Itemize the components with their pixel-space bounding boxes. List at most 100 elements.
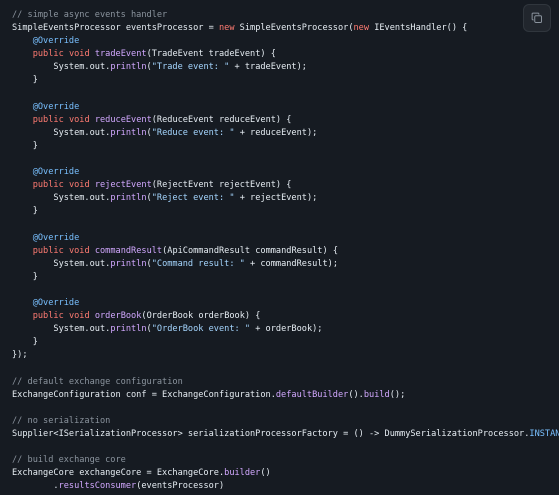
code-token: "OrderBook event: ": [151, 324, 251, 335]
code-line: public void orderBook(OrderBook orderBoo…: [12, 310, 559, 323]
code-line: Supplier<ISerializationProcessor> serial…: [12, 428, 559, 441]
code-listing: // simple async events handler SimpleEven…: [0, 0, 559, 493]
code-token: resultsConsumer: [58, 481, 137, 492]
code-token: + rejectEvent);: [234, 193, 318, 204]
copy-button[interactable]: [523, 4, 551, 32]
code-token: }: [12, 75, 38, 86]
code-token: println: [110, 127, 147, 138]
code-token: builder: [224, 468, 261, 479]
code-line: });: [12, 349, 559, 362]
code-token: public: [32, 49, 64, 60]
code-token: "Command result: ": [151, 258, 245, 269]
code-token: public: [32, 114, 64, 125]
code-token: "Reject event: ": [151, 193, 235, 204]
code-token: });: [12, 350, 28, 361]
code-line: public void tradeEvent(TradeEvent tradeE…: [12, 48, 559, 61]
code-token: @Override: [32, 101, 80, 112]
code-token: @Override: [32, 298, 80, 309]
code-token: .: [12, 481, 59, 492]
code-token: "Reduce event: ": [151, 127, 235, 138]
code-token: build: [363, 389, 390, 400]
code-token: (ApiCommandResult commandResult) {: [162, 245, 339, 256]
code-line: public void reduceEvent(ReduceEvent redu…: [12, 114, 559, 127]
code-token: reduceEvent: [94, 114, 152, 125]
code-token: public: [32, 180, 64, 191]
code-line: // default exchange configuration: [12, 376, 559, 389]
code-line: public void commandResult(ApiCommandResu…: [12, 245, 559, 258]
code-token: orderBook: [94, 311, 142, 322]
code-token: defaultBuilder: [275, 389, 349, 400]
code-line: ExchangeCore exchangeCore = ExchangeCore…: [12, 467, 559, 480]
code-token: println: [110, 62, 147, 73]
code-token: }: [12, 140, 38, 151]
code-line: @Override: [12, 166, 559, 179]
code-line: System.out.println("Reject event: " + re…: [12, 192, 559, 205]
code-token: ExchangeCore exchangeCore = ExchangeCore…: [12, 468, 225, 479]
code-token: IEventsHandler() {: [369, 23, 468, 34]
code-token: System.out.: [12, 127, 111, 138]
code-line: }: [12, 205, 559, 218]
code-token: println: [110, 258, 147, 269]
code-line: System.out.println("Command result: " + …: [12, 258, 559, 271]
code-token: new: [218, 23, 235, 34]
code-token: System.out.: [12, 258, 111, 269]
code-token: void: [68, 49, 90, 60]
code-token: (TradeEvent tradeEvent) {: [146, 49, 276, 60]
code-line: System.out.println("Trade event: " + tra…: [12, 61, 559, 74]
code-line: ExchangeConfiguration conf = ExchangeCon…: [12, 389, 559, 402]
code-token: // build exchange core: [12, 455, 126, 466]
code-token: + orderBook);: [250, 324, 323, 335]
code-token: ();: [389, 389, 406, 400]
code-token: commandResult: [94, 245, 163, 256]
code-token: public: [32, 245, 64, 256]
code-line: // simple async events handler: [12, 9, 559, 22]
code-token: + commandResult);: [244, 258, 338, 269]
code-token: println: [110, 193, 147, 204]
code-line: .resultsConsumer(eventsProcessor): [12, 480, 559, 493]
code-token: INSTANCE: [529, 429, 559, 439]
code-token: "Trade event: ": [151, 62, 230, 73]
code-line: @Override: [12, 35, 559, 48]
code-token: void: [68, 245, 90, 256]
code-token: void: [68, 180, 90, 191]
code-token: void: [68, 114, 90, 125]
code-token: }: [12, 206, 38, 217]
code-token: }: [12, 271, 38, 282]
code-token: System.out.: [12, 62, 111, 73]
code-token: (eventsProcessor): [136, 481, 225, 492]
code-line: }: [12, 140, 559, 153]
code-token: (RejectEvent rejectEvent) {: [151, 180, 292, 191]
code-token: public: [32, 311, 64, 322]
code-token: // default exchange configuration: [12, 376, 183, 387]
code-token: }: [12, 337, 38, 348]
code-token: @Override: [32, 167, 80, 178]
code-token: @Override: [32, 36, 80, 47]
code-token: + tradeEvent);: [229, 62, 307, 73]
code-token: SimpleEventsProcessor eventsProcessor =: [12, 23, 219, 34]
code-token: tradeEvent: [94, 49, 147, 60]
code-token: rejectEvent: [94, 180, 152, 191]
code-line: }: [12, 74, 559, 87]
code-token: ExchangeConfiguration conf = ExchangeCon…: [12, 389, 276, 400]
code-token: System.out.: [12, 324, 111, 335]
code-line: SimpleEventsProcessor eventsProcessor = …: [12, 22, 559, 35]
code-line: System.out.println("Reduce event: " + re…: [12, 127, 559, 140]
code-line: @Override: [12, 297, 559, 310]
code-line: System.out.println("OrderBook event: " +…: [12, 323, 559, 336]
code-token: SimpleEventsProcessor(: [234, 23, 354, 34]
code-line: @Override: [12, 101, 559, 114]
